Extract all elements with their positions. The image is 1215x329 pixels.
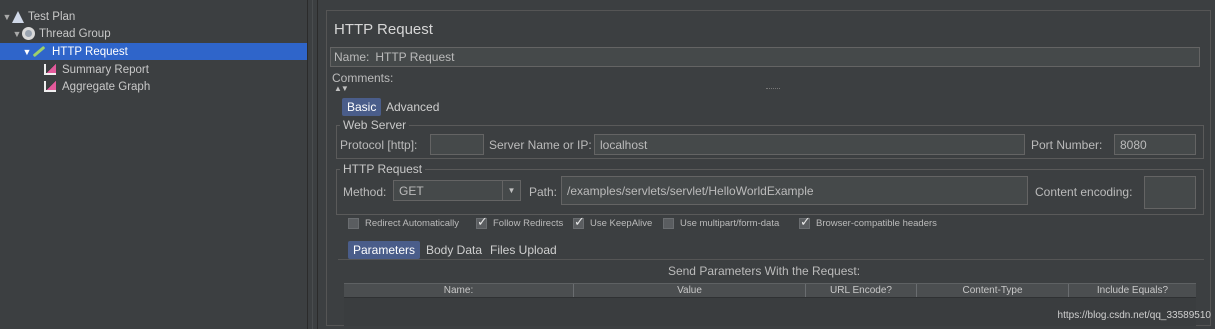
name-row: Name: HTTP Request xyxy=(330,47,1200,67)
params-title: Send Parameters With the Request: xyxy=(667,264,861,278)
comments-label: Comments: xyxy=(332,71,394,85)
method-select[interactable]: GET xyxy=(393,180,503,201)
port-number-input[interactable]: 8080 xyxy=(1114,134,1196,155)
column-header-value[interactable]: Value xyxy=(574,284,806,297)
expand-arrow-icon[interactable]: ▼ xyxy=(12,29,22,39)
tree-item-label: Summary Report xyxy=(62,63,149,76)
column-header-name[interactable]: Name: xyxy=(344,284,574,297)
follow-redirects-checkbox[interactable]: Follow Redirects xyxy=(476,214,564,230)
checkbox-label: Use multipart/form-data xyxy=(680,218,780,229)
expand-arrow-icon[interactable]: ▼ xyxy=(22,47,32,57)
use-keepalive-checkbox[interactable]: Use KeepAlive xyxy=(573,214,653,230)
path-input[interactable]: /examples/servlets/servlet/HelloWorldExa… xyxy=(561,176,1028,205)
http-request-group-title: HTTP Request xyxy=(340,162,426,176)
checkbox-label: Redirect Automatically xyxy=(365,218,459,229)
test-plan-tree: ▼ Test Plan ▼ Thread Group ▼ HTTP Reques… xyxy=(0,0,308,329)
checkbox-box[interactable] xyxy=(799,214,811,230)
expand-arrow-icon[interactable]: ▼ xyxy=(2,12,12,22)
checkbox-label: Use KeepAlive xyxy=(590,218,653,229)
protocol-label: Protocol [http]: xyxy=(340,138,418,152)
http-request-panel: HTTP Request Name: HTTP Request Comments… xyxy=(318,0,1215,329)
tree-item-label: Aggregate Graph xyxy=(62,80,151,93)
name-input[interactable]: HTTP Request xyxy=(375,50,454,64)
tab-parameters[interactable]: Parameters xyxy=(348,241,421,259)
column-header-content-type[interactable]: Content-Type xyxy=(917,284,1069,297)
tab-advanced[interactable]: Advanced xyxy=(381,98,444,116)
tree-item-summary-report[interactable]: Summary Report xyxy=(44,61,149,78)
checkbox-box[interactable] xyxy=(348,218,359,229)
tree-item-http-request[interactable]: ▼ HTTP Request xyxy=(0,43,307,60)
protocol-input[interactable] xyxy=(430,134,484,155)
page-title: HTTP Request xyxy=(334,21,433,38)
tree-item-test-plan[interactable]: ▼ Test Plan xyxy=(2,8,75,25)
method-label: Method: xyxy=(343,185,387,199)
checkbox-box[interactable] xyxy=(573,214,585,230)
server-name-label: Server Name or IP: xyxy=(489,138,592,152)
test-plan-icon xyxy=(12,10,24,23)
name-label: Name: xyxy=(334,50,370,64)
tree-item-thread-group[interactable]: ▼ Thread Group xyxy=(12,25,111,42)
checkbox-box[interactable] xyxy=(476,214,488,230)
resize-grip[interactable] xyxy=(766,88,780,90)
summary-report-icon xyxy=(44,64,56,75)
tree-item-label: HTTP Request xyxy=(52,45,128,58)
use-multipart-checkbox[interactable]: Use multipart/form-data xyxy=(663,218,779,229)
tree-item-label: Test Plan xyxy=(28,10,76,23)
content-encoding-label: Content encoding: xyxy=(1035,185,1133,199)
aggregate-graph-icon xyxy=(44,81,56,92)
tree-item-aggregate-graph[interactable]: Aggregate Graph xyxy=(44,78,150,95)
redirect-automatically-checkbox[interactable]: Redirect Automatically xyxy=(348,218,459,229)
content-encoding-input[interactable] xyxy=(1144,176,1196,209)
tab-files-upload[interactable]: Files Upload xyxy=(485,241,562,259)
checkbox-label: Browser-compatible headers xyxy=(816,218,937,229)
thread-group-icon xyxy=(22,27,35,40)
path-label: Path: xyxy=(529,185,558,199)
tab-body-data[interactable]: Body Data xyxy=(421,241,487,259)
column-header-include-equals[interactable]: Include Equals? xyxy=(1069,284,1196,297)
server-name-input[interactable]: localhost xyxy=(594,134,1025,155)
http-request-icon xyxy=(32,45,46,58)
watermark-text: https://blog.csdn.net/qq_33589510 xyxy=(1057,310,1211,321)
web-server-title: Web Server xyxy=(340,118,410,132)
checkbox-box[interactable] xyxy=(663,218,674,229)
chevron-down-icon[interactable]: ▼ xyxy=(503,180,521,201)
checkbox-label: Follow Redirects xyxy=(493,218,564,229)
tab-divider xyxy=(338,259,1204,260)
tab-basic[interactable]: Basic xyxy=(342,98,382,116)
panel-splitter[interactable] xyxy=(308,0,318,329)
params-table-header: Name: Value URL Encode? Content-Type Inc… xyxy=(344,283,1196,298)
collapse-toggle-icon[interactable]: ▲▼ xyxy=(334,84,349,93)
port-number-label: Port Number: xyxy=(1031,138,1103,152)
browser-compatible-headers-checkbox[interactable]: Browser-compatible headers xyxy=(799,214,937,230)
column-header-url-encode[interactable]: URL Encode? xyxy=(806,284,917,297)
tree-item-label: Thread Group xyxy=(39,27,111,40)
